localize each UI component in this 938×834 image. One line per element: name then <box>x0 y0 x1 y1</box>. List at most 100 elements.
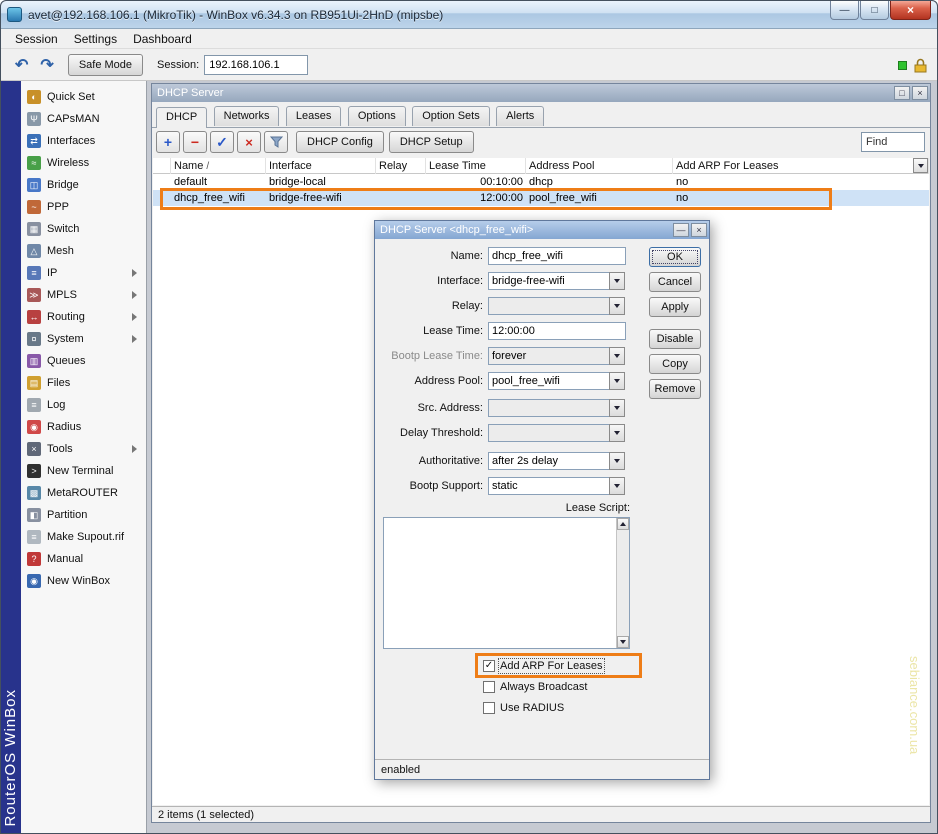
tab-dhcp[interactable]: DHCP <box>156 107 207 128</box>
sidebar-item-routing[interactable]: ↔Routing <box>21 306 146 328</box>
column-relay[interactable]: Relay <box>376 158 426 174</box>
sidebar-item-metarouter[interactable]: ▩MetaROUTER <box>21 482 146 504</box>
src-address-select[interactable] <box>488 399 610 417</box>
dhcp-setup-button[interactable]: DHCP Setup <box>389 131 474 153</box>
remove-button-dialog[interactable]: Remove <box>649 379 701 399</box>
sidebar-item-log[interactable]: ≡Log <box>21 394 146 416</box>
column-filter-dropdown[interactable] <box>913 158 928 173</box>
dhcp-window-titlebar[interactable]: DHCP Server □ × <box>152 84 930 102</box>
sidebar-item-partition[interactable]: ◧Partition <box>21 504 146 526</box>
delay-threshold-dropdown-button[interactable] <box>609 424 625 442</box>
sidebar-item-capsman[interactable]: ΨCAPsMAN <box>21 108 146 130</box>
safe-mode-button[interactable]: Safe Mode <box>68 54 143 76</box>
menu-session[interactable]: Session <box>7 30 66 48</box>
checkbox-row-always-broadcast[interactable]: Always Broadcast <box>483 679 701 695</box>
lease-script-textarea[interactable] <box>383 517 630 649</box>
add-arp-checkbox[interactable]: ✓ <box>483 660 495 672</box>
tab-alerts[interactable]: Alerts <box>496 106 544 126</box>
sidebar-item-bridge[interactable]: ◫Bridge <box>21 174 146 196</box>
chevron-down-icon <box>614 379 620 386</box>
sidebar-item-tools[interactable]: ×Tools <box>21 438 146 460</box>
dialog-close-button[interactable]: × <box>691 223 707 237</box>
bootp-support-dropdown-button[interactable] <box>609 477 625 495</box>
use-radius-checkbox[interactable] <box>483 702 495 714</box>
minimize-button[interactable]: — <box>830 1 859 20</box>
sidebar-item-new-terminal[interactable]: >New Terminal <box>21 460 146 482</box>
sidebar-item-queues[interactable]: ▥Queues <box>21 350 146 372</box>
sidebar-item-make-supout[interactable]: ≡Make Supout.rif <box>21 526 146 548</box>
always-broadcast-checkbox[interactable] <box>483 681 495 693</box>
tab-networks[interactable]: Networks <box>214 106 280 126</box>
dhcp-window-close-button[interactable]: × <box>912 86 928 100</box>
redo-button[interactable]: ↷ <box>34 55 59 75</box>
find-input[interactable]: Find <box>861 132 925 152</box>
table-header[interactable]: Name/ Interface Relay Lease Time Address… <box>153 158 929 174</box>
sidebar-item-new-winbox[interactable]: ◉New WinBox <box>21 570 146 592</box>
dialog-titlebar[interactable]: DHCP Server <dhcp_free_wifi> — × <box>375 221 709 239</box>
sidebar-item-mpls[interactable]: ≫MPLS <box>21 284 146 306</box>
sidebar-item-files[interactable]: ▤Files <box>21 372 146 394</box>
sidebar-item-wireless[interactable]: ≈Wireless <box>21 152 146 174</box>
address-pool-select[interactable]: pool_free_wifi <box>488 372 610 390</box>
menu-settings[interactable]: Settings <box>66 30 125 48</box>
disable-button[interactable]: × <box>237 131 261 153</box>
column-interface[interactable]: Interface <box>266 158 376 174</box>
name-input[interactable]: dhcp_free_wifi <box>488 247 626 265</box>
add-button[interactable]: + <box>156 131 180 153</box>
sidebar-item-manual[interactable]: ?Manual <box>21 548 146 570</box>
app-titlebar[interactable]: avet@192.168.106.1 (MikroTik) - WinBox v… <box>1 1 937 29</box>
authoritative-dropdown-button[interactable] <box>609 452 625 470</box>
scrollbar[interactable] <box>616 518 629 648</box>
dhcp-config-button[interactable]: DHCP Config <box>296 131 384 153</box>
lease-time-input[interactable]: 12:00:00 <box>488 322 626 340</box>
authoritative-select[interactable]: after 2s delay <box>488 452 610 470</box>
column-lease-time[interactable]: Lease Time <box>426 158 526 174</box>
dhcp-window-maximize-button[interactable]: □ <box>894 86 910 100</box>
bootp-lease-time-select[interactable]: forever <box>488 347 610 365</box>
sidebar-item-system[interactable]: ¤System <box>21 328 146 350</box>
remove-button[interactable]: − <box>183 131 207 153</box>
scroll-down-button[interactable] <box>617 636 629 648</box>
bootp-lease-time-dropdown-button[interactable] <box>609 347 625 365</box>
undo-button[interactable]: ↶ <box>9 55 34 75</box>
sidebar-item-quick-set[interactable]: ◐Quick Set <box>21 86 146 108</box>
src-address-dropdown-button[interactable] <box>609 399 625 417</box>
delay-threshold-select[interactable] <box>488 424 610 442</box>
enable-button[interactable]: ✓ <box>210 131 234 153</box>
checkbox-row-add-arp[interactable]: ✓ Add ARP For Leases <box>483 658 701 674</box>
session-address-field[interactable]: 192.168.106.1 <box>204 55 308 75</box>
tab-leases[interactable]: Leases <box>286 106 341 126</box>
sidebar-item-label: MPLS <box>47 289 77 301</box>
column-name[interactable]: Name/ <box>171 158 266 174</box>
sidebar-item-interfaces[interactable]: ⇄Interfaces <box>21 130 146 152</box>
sidebar-item-radius[interactable]: ◉Radius <box>21 416 146 438</box>
dialog-minimize-button[interactable]: — <box>673 223 689 237</box>
relay-dropdown-button[interactable] <box>609 297 625 315</box>
copy-button[interactable]: Copy <box>649 354 701 374</box>
disable-button-dialog[interactable]: Disable <box>649 329 701 349</box>
sidebar-item-mesh[interactable]: △Mesh <box>21 240 146 262</box>
ok-button[interactable]: OK <box>649 247 701 267</box>
column-address-pool[interactable]: Address Pool <box>526 158 673 174</box>
tab-options[interactable]: Options <box>348 106 406 126</box>
tab-option-sets[interactable]: Option Sets <box>412 106 489 126</box>
relay-select[interactable] <box>488 297 610 315</box>
sidebar-item-ppp[interactable]: ~PPP <box>21 196 146 218</box>
checkbox-row-use-radius[interactable]: Use RADIUS <box>483 700 701 716</box>
maximize-button[interactable]: □ <box>860 1 889 20</box>
table-row[interactable]: default bridge-local 00:10:00 dhcp no <box>153 174 929 190</box>
cancel-button[interactable]: Cancel <box>649 272 701 292</box>
filter-button[interactable] <box>264 131 288 153</box>
address-pool-dropdown-button[interactable] <box>609 372 625 390</box>
bootp-support-select[interactable]: static <box>488 477 610 495</box>
close-button[interactable]: × <box>890 1 931 20</box>
interface-select[interactable]: bridge-free-wifi <box>488 272 610 290</box>
sidebar-item-switch[interactable]: ▦Switch <box>21 218 146 240</box>
column-add-arp[interactable]: Add ARP For Leases <box>673 158 929 174</box>
table-row-selected[interactable]: dhcp_free_wifi bridge-free-wifi 12:00:00… <box>153 190 929 206</box>
interface-dropdown-button[interactable] <box>609 272 625 290</box>
menu-dashboard[interactable]: Dashboard <box>125 30 200 48</box>
apply-button[interactable]: Apply <box>649 297 701 317</box>
scroll-up-button[interactable] <box>617 518 629 530</box>
sidebar-item-ip[interactable]: ≡IP <box>21 262 146 284</box>
